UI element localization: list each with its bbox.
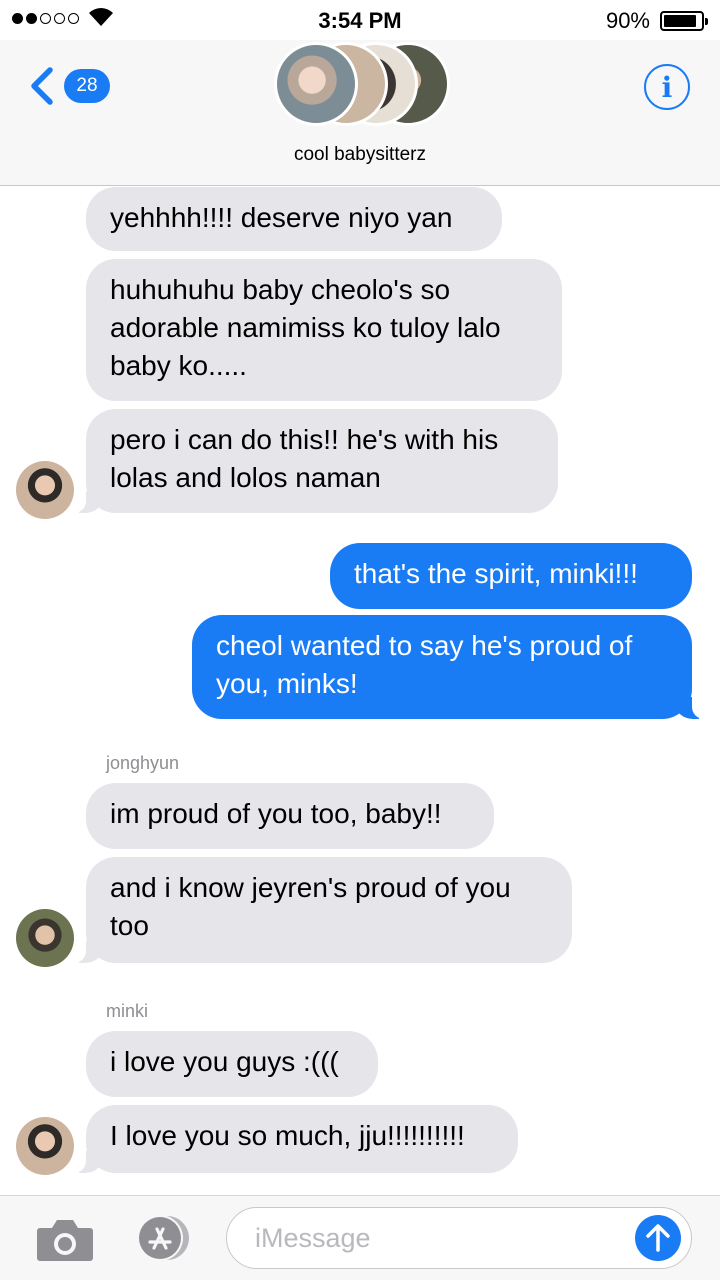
message-bubble-incoming[interactable]: I love you so much, jju!!!!!!!!!! (74, 1105, 518, 1173)
camera-icon[interactable] (36, 1216, 94, 1262)
sender-name: jonghyun (106, 753, 180, 773)
message-bubble-outgoing[interactable]: that's the spirit, minki!!! (330, 543, 692, 609)
avatar[interactable] (274, 42, 358, 126)
send-arrow-icon[interactable] (645, 1223, 671, 1253)
sender-avatar[interactable] (16, 1117, 74, 1175)
battery-icon (660, 11, 708, 31)
message-bubble-incoming[interactable]: i love you guys :((( (86, 1031, 378, 1097)
back-chevron-icon[interactable] (26, 66, 62, 106)
message-bubble-incoming[interactable]: and i know jeyren's proud of you too (74, 857, 572, 963)
conversation-header: 28 cool babysitterz i (0, 40, 720, 186)
sender-avatar[interactable] (16, 461, 74, 519)
sender-avatar[interactable] (16, 909, 74, 967)
message-bubble-incoming[interactable]: pero i can do this!! he's with his lolas… (74, 409, 558, 513)
unread-count-badge[interactable]: 28 (64, 69, 110, 103)
message-bubble-outgoing[interactable]: cheol wanted to say he's proud of you, m… (192, 615, 704, 719)
message-list[interactable]: yehhhh!!!! deserve niyo yan huhuhuhu bab… (0, 187, 720, 1195)
status-bar: 3:54 PM 90% (0, 0, 720, 40)
message-bubble-incoming[interactable]: im proud of you too, baby!! (86, 783, 494, 849)
message-input[interactable] (255, 1208, 635, 1268)
back-button[interactable]: 28 (26, 66, 110, 106)
battery-percent: 90% (605, 8, 650, 33)
app-store-icon[interactable] (130, 1214, 194, 1262)
message-bubble-incoming[interactable]: huhuhuhu baby cheolo's so adorable namim… (86, 259, 562, 401)
info-icon[interactable]: i (644, 64, 690, 110)
message-input-field[interactable] (226, 1207, 692, 1269)
group-avatars[interactable] (274, 42, 454, 126)
sender-name: minki (106, 1001, 149, 1021)
input-bar (0, 1195, 720, 1280)
battery-fill (664, 15, 697, 27)
group-name[interactable]: cool babysitterz (0, 144, 720, 166)
message-bubble-incoming[interactable]: yehhhh!!!! deserve niyo yan (86, 187, 502, 251)
send-button[interactable] (635, 1215, 681, 1261)
